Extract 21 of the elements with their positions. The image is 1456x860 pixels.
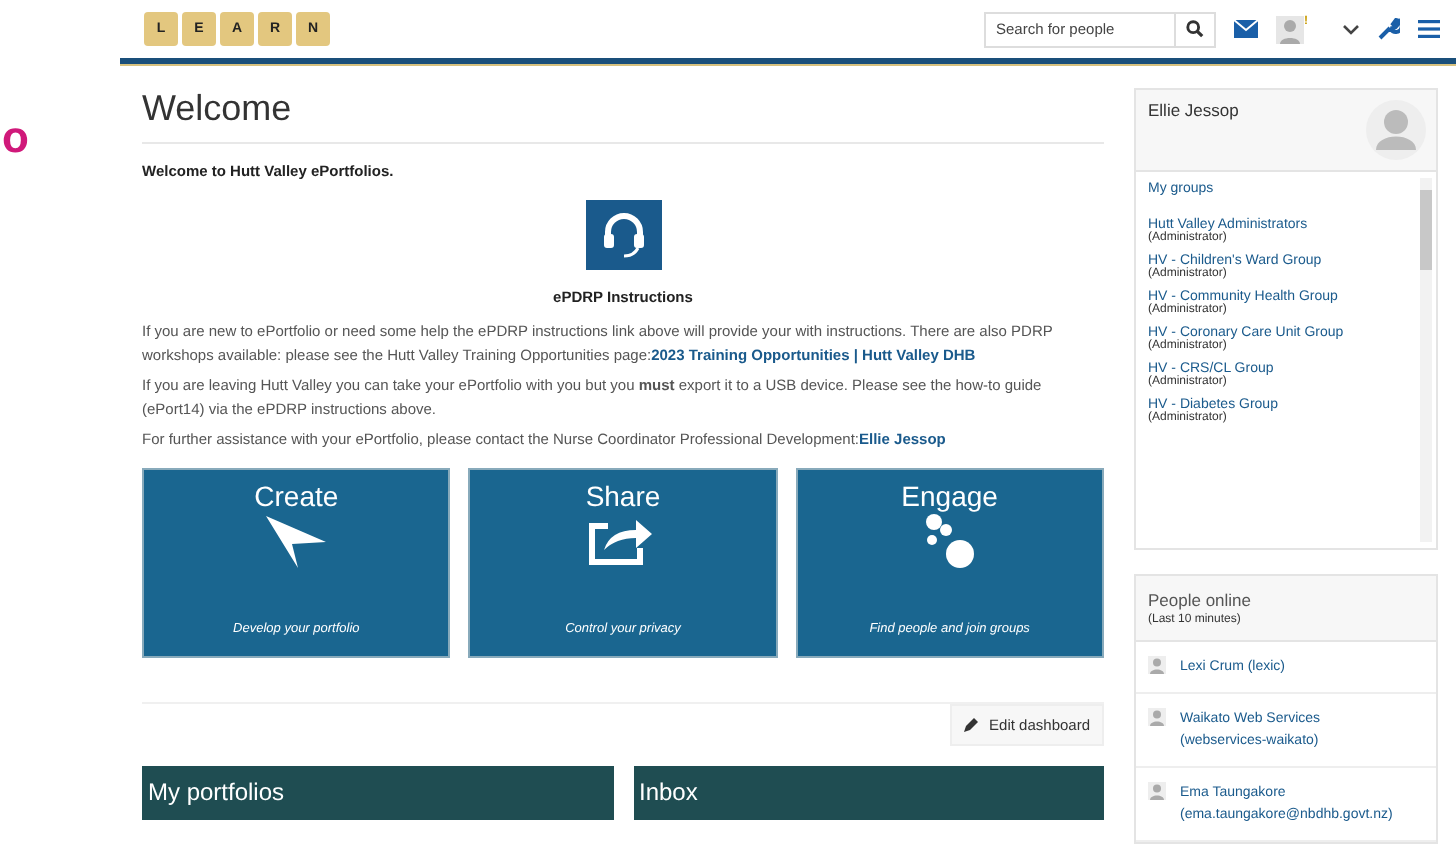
bubbles-icon [923,513,976,569]
chevron-down-icon[interactable] [1342,23,1360,35]
headset-icon [585,200,661,270]
search-button[interactable] [1176,11,1216,47]
user-icon [1148,782,1166,800]
scrollbar[interactable] [1420,178,1432,542]
menu-icon[interactable] [1418,20,1440,38]
panel-header: Inbox [633,765,1104,819]
search-icon [1186,20,1204,38]
user-icon [1148,708,1166,726]
wrench-icon[interactable] [1378,18,1400,40]
mail-icon[interactable] [1234,20,1258,38]
profile-name[interactable]: Ellie Jessop [1148,100,1239,120]
avatar-icon [1366,100,1426,160]
page-title: Welcome [142,88,1104,144]
card-title: People online [1148,590,1254,610]
pencil-icon [963,716,980,732]
user-icon [1148,656,1166,674]
margin-letter: o [2,116,29,160]
paper-plane-icon [264,513,329,569]
panel-header: My portfolios [142,765,613,819]
